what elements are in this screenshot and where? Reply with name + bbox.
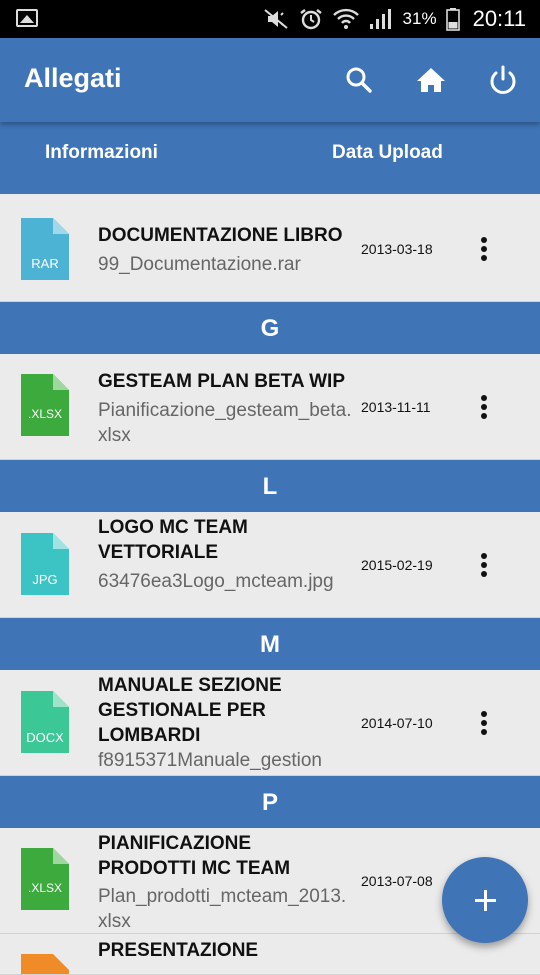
pptx-file-icon xyxy=(21,954,69,974)
column-info[interactable]: Informazioni xyxy=(45,142,158,164)
battery-icon xyxy=(445,8,460,31)
column-upload-date[interactable]: Data Upload xyxy=(332,142,443,164)
page-title: Allegati xyxy=(24,63,122,93)
more-options-icon[interactable] xyxy=(474,393,494,423)
search-icon[interactable] xyxy=(341,62,377,98)
section-header: M xyxy=(0,618,540,670)
image-icon xyxy=(16,9,38,27)
item-date: 2013-07-08 xyxy=(361,873,433,889)
more-options-icon[interactable] xyxy=(474,709,494,739)
section-header: P xyxy=(0,776,540,828)
item-date: 2014-07-10 xyxy=(361,715,433,731)
item-name: GESTEAM PLAN BETA WIP xyxy=(98,371,345,392)
list-item[interactable]: .XLSX GESTEAM PLAN BETA WIP Pianificazio… xyxy=(0,354,540,460)
item-date: 2013-11-11 xyxy=(361,399,431,415)
battery-percent: 31% xyxy=(402,9,437,28)
add-attachment-button[interactable] xyxy=(442,857,528,943)
item-name: PRESENTAZIONE xyxy=(98,940,259,961)
clock: 20:11 xyxy=(472,6,526,31)
item-filename: Pianificazione_gesteam_beta.xlsx xyxy=(98,400,352,446)
docx-file-icon: DOCX xyxy=(21,691,69,753)
list-item[interactable]: PRESENTAZIONE xyxy=(0,934,540,975)
item-name: MANUALE SEZIONE GESTIONALE PER LOMBARDI xyxy=(98,675,282,746)
section-header: L xyxy=(0,460,540,512)
column-header: Informazioni Data Upload xyxy=(0,122,540,194)
list-item[interactable]: JPG LOGO MC TEAM VETTORIALE 63476ea3Logo… xyxy=(0,512,540,618)
rar-file-icon: RAR xyxy=(21,218,69,280)
mute-icon xyxy=(263,9,288,29)
more-options-icon[interactable] xyxy=(474,235,494,265)
more-options-icon[interactable] xyxy=(474,551,494,581)
power-icon[interactable] xyxy=(485,62,521,98)
xlsx-file-icon: .XLSX xyxy=(21,848,69,910)
svg-text:.XLSX: .XLSX xyxy=(28,881,62,895)
item-name: PIANIFICAZIONE PRODOTTI MC TEAM xyxy=(98,833,291,879)
item-name: LOGO MC TEAM VETTORIALE xyxy=(98,517,248,563)
item-filename: 99_Documentazione.rar xyxy=(98,254,301,275)
status-bar: 31% 20:11 xyxy=(0,0,540,38)
section-header: G xyxy=(0,302,540,354)
item-name: DOCUMENTAZIONE LIBRO xyxy=(98,225,343,246)
home-icon[interactable] xyxy=(413,62,449,98)
wifi-icon xyxy=(332,8,359,29)
item-filename: Plan_prodotti_mcteam_2013.xlsx xyxy=(98,886,347,932)
list-item[interactable]: DOCX MANUALE SEZIONE GESTIONALE PER LOMB… xyxy=(0,670,540,776)
svg-text:RAR: RAR xyxy=(31,256,58,271)
app-bar: Allegati xyxy=(0,38,540,122)
item-filename: 63476ea3Logo_mcteam.jpg xyxy=(98,571,334,592)
svg-text:.XLSX: .XLSX xyxy=(28,407,62,421)
svg-text:DOCX: DOCX xyxy=(26,730,64,745)
svg-text:JPG: JPG xyxy=(32,572,57,587)
item-date: 2015-02-19 xyxy=(361,557,433,573)
xlsx-file-icon: .XLSX xyxy=(21,374,69,436)
item-date: 2013-03-18 xyxy=(361,241,433,257)
list-item[interactable]: RAR DOCUMENTAZIONE LIBRO 99_Documentazio… xyxy=(0,196,540,302)
alarm-icon xyxy=(299,9,322,30)
item-filename: f8915371Manuale_gestion xyxy=(98,750,322,771)
jpg-file-icon: JPG xyxy=(21,533,69,595)
attachment-list: RAR DOCUMENTAZIONE LIBRO 99_Documentazio… xyxy=(0,196,540,975)
signal-icon xyxy=(369,9,391,29)
